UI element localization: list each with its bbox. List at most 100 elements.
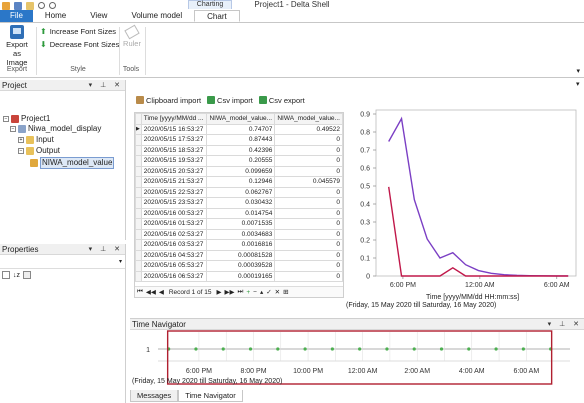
first-record-icon[interactable]: ⏮ bbox=[137, 288, 143, 296]
value-cell[interactable]: 0.0034683 bbox=[206, 228, 276, 240]
value-cell[interactable]: 0 bbox=[274, 134, 343, 146]
panel-buttons[interactable]: ▾ ⊥ ✕ bbox=[89, 80, 123, 91]
panel-buttons[interactable]: ▾ ⊥ ✕ bbox=[89, 244, 123, 255]
time-cell[interactable]: 2020/05/16 05:53:27 bbox=[140, 260, 208, 272]
value-cell[interactable]: 0 bbox=[274, 239, 343, 251]
tree-item-output[interactable]: − Output bbox=[18, 146, 60, 156]
table-row[interactable]: 2020/05/15 23:53:27 0.030432 0 bbox=[135, 197, 343, 209]
value-cell[interactable]: 0 bbox=[274, 249, 343, 261]
table-row[interactable]: ▶ 2020/05/15 16:53:27 0.74707 0.49522 bbox=[135, 123, 343, 135]
data-grid[interactable]: Time [yyyy/MM/dd ... NIWA_model_value...… bbox=[134, 112, 344, 298]
table-row[interactable]: 2020/05/15 17:53:27 0.87443 0 bbox=[135, 134, 343, 146]
tree-item-model[interactable]: − Niwa_model_display bbox=[10, 124, 101, 134]
value-cell[interactable]: 0.0016816 bbox=[206, 239, 276, 251]
collapse-toggle-icon[interactable]: − bbox=[3, 116, 9, 122]
column-header-value-1[interactable]: NIWA_model_value... bbox=[206, 113, 276, 125]
value-cell[interactable]: 0.00081528 bbox=[206, 249, 276, 261]
save-icon[interactable] bbox=[14, 1, 22, 10]
time-cell[interactable]: 2020/05/16 03:53:27 bbox=[140, 239, 208, 251]
table-row[interactable]: 2020/05/16 03:53:27 0.0016816 0 bbox=[135, 239, 343, 251]
value-cell[interactable]: 0.0071535 bbox=[206, 218, 276, 230]
panel-buttons[interactable]: ▾ ⊥ ✕ bbox=[548, 319, 582, 330]
value-cell[interactable]: 0.014754 bbox=[206, 207, 276, 219]
property-pages-icon[interactable] bbox=[23, 271, 31, 279]
value-cell[interactable]: 0 bbox=[274, 207, 343, 219]
time-cell[interactable]: 2020/05/16 04:53:27 bbox=[140, 249, 208, 261]
time-cell[interactable]: 2020/05/16 01:53:27 bbox=[140, 218, 208, 230]
tab-chart[interactable]: Chart bbox=[194, 10, 240, 22]
column-header-time[interactable]: Time [yyyy/MM/dd ... bbox=[140, 113, 208, 125]
value-cell[interactable]: 0 bbox=[274, 144, 343, 156]
categorized-icon[interactable] bbox=[2, 271, 10, 279]
prev-page-icon[interactable]: ◀◀ bbox=[146, 288, 156, 296]
line-chart[interactable]: 0 0.1 0.2 0.3 0.4 0.5 0.6 0.7 0.8 0.9 6:00 PM 12:00… bbox=[346, 94, 584, 306]
time-cell[interactable]: 2020/05/15 17:53:27 bbox=[140, 134, 208, 146]
time-cell[interactable]: 2020/05/16 02:53:27 bbox=[140, 228, 208, 240]
table-row[interactable]: 2020/05/16 05:53:27 0.00039528 0 bbox=[135, 260, 343, 272]
sort-alpha-icon[interactable]: ↓z bbox=[13, 272, 20, 279]
next-page-icon[interactable]: ▶▶ bbox=[225, 288, 235, 296]
panel-options-icon[interactable]: ▾ bbox=[576, 80, 580, 88]
decrease-font-button[interactable]: ⬇ Decrease Font Sizes bbox=[40, 40, 119, 49]
delete-record-icon[interactable]: − bbox=[253, 289, 257, 296]
navigator-selection-box[interactable] bbox=[166, 330, 553, 385]
undo-icon[interactable] bbox=[38, 2, 45, 9]
table-row[interactable]: 2020/05/15 19:53:27 0.20555 0 bbox=[135, 155, 343, 167]
table-row[interactable]: 2020/05/16 04:53:27 0.00081528 0 bbox=[135, 249, 343, 261]
table-row[interactable]: 2020/05/16 06:53:27 0.00019165 0 bbox=[135, 270, 343, 282]
collapse-ribbon-icon[interactable]: ▾ bbox=[576, 67, 580, 75]
table-row[interactable]: 2020/05/15 20:53:27 0.099659 0 bbox=[135, 165, 343, 177]
value-cell[interactable]: 0 bbox=[274, 186, 343, 198]
tree-item-input[interactable]: + Input bbox=[18, 135, 54, 145]
value-cell[interactable]: 0.045579 bbox=[274, 176, 343, 188]
value-cell[interactable]: 0.12946 bbox=[206, 176, 276, 188]
time-cell[interactable]: 2020/05/15 19:53:27 bbox=[140, 155, 208, 167]
table-row[interactable]: 2020/05/15 22:53:27 0.062767 0 bbox=[135, 186, 343, 198]
tab-messages[interactable]: Messages bbox=[130, 390, 179, 402]
next-record-icon[interactable]: ▶ bbox=[217, 288, 222, 296]
expand-toggle-icon[interactable]: + bbox=[18, 137, 24, 143]
add-record-icon[interactable]: + bbox=[246, 289, 250, 296]
time-cell[interactable]: 2020/05/15 18:53:27 bbox=[140, 144, 208, 156]
properties-object-selector[interactable]: ▾ bbox=[0, 255, 125, 269]
prev-record-icon[interactable]: ◀ bbox=[159, 288, 164, 296]
clipboard-import-button[interactable]: Clipboard import bbox=[136, 96, 201, 105]
open-icon[interactable] bbox=[26, 1, 34, 10]
value-cell[interactable]: 0.00039528 bbox=[206, 260, 276, 272]
csv-export-button[interactable]: Csv export bbox=[258, 96, 305, 105]
value-cell[interactable]: 0.062767 bbox=[206, 186, 276, 198]
value-cell[interactable]: 0.74707 bbox=[206, 123, 276, 135]
tree-item-niwa-model-value[interactable]: NIWA_model_value bbox=[30, 157, 115, 169]
value-cell[interactable]: 0.42396 bbox=[206, 144, 276, 156]
value-cell[interactable]: 0 bbox=[274, 228, 343, 240]
value-cell[interactable]: 0 bbox=[274, 218, 343, 230]
last-record-icon[interactable]: ⏭ bbox=[238, 288, 244, 296]
time-cell[interactable]: 2020/05/15 20:53:27 bbox=[140, 165, 208, 177]
time-cell[interactable]: 2020/05/16 00:53:27 bbox=[140, 207, 208, 219]
value-cell[interactable]: 0.030432 bbox=[206, 197, 276, 209]
tab-view[interactable]: View bbox=[78, 10, 119, 22]
cancel-edit-icon[interactable]: ✕ bbox=[275, 288, 280, 296]
column-header-value-2[interactable]: NIWA_model_value... bbox=[274, 113, 343, 125]
value-cell[interactable]: 0 bbox=[274, 270, 343, 282]
tab-home[interactable]: Home bbox=[33, 10, 78, 22]
value-cell[interactable]: 0 bbox=[274, 165, 343, 177]
collapse-toggle-icon[interactable]: − bbox=[18, 148, 24, 154]
dropdown-icon[interactable]: ▾ bbox=[119, 258, 122, 265]
table-row[interactable]: 2020/05/15 21:53:27 0.12946 0.045579 bbox=[135, 176, 343, 188]
table-row[interactable]: 2020/05/16 00:53:27 0.014754 0 bbox=[135, 207, 343, 219]
collapse-toggle-icon[interactable]: − bbox=[10, 126, 16, 132]
value-cell[interactable]: 0 bbox=[274, 197, 343, 209]
tree-item-project1[interactable]: − Project1 bbox=[3, 114, 50, 124]
end-edit-icon[interactable]: ✓ bbox=[266, 288, 271, 296]
table-row[interactable]: 2020/05/16 01:53:27 0.0071535 0 bbox=[135, 218, 343, 230]
time-cell[interactable]: 2020/05/15 22:53:27 bbox=[140, 186, 208, 198]
value-cell[interactable]: 0.099659 bbox=[206, 165, 276, 177]
time-cell[interactable]: 2020/05/16 06:53:27 bbox=[140, 270, 208, 282]
filter-icon[interactable]: ⊞ bbox=[283, 288, 288, 296]
tab-time-navigator[interactable]: Time Navigator bbox=[178, 390, 243, 402]
increase-font-button[interactable]: ⬆ Increase Font Sizes bbox=[40, 27, 116, 36]
ruler-button[interactable]: Ruler bbox=[122, 24, 142, 48]
redo-icon[interactable] bbox=[49, 2, 56, 9]
value-cell[interactable]: 0 bbox=[274, 155, 343, 167]
